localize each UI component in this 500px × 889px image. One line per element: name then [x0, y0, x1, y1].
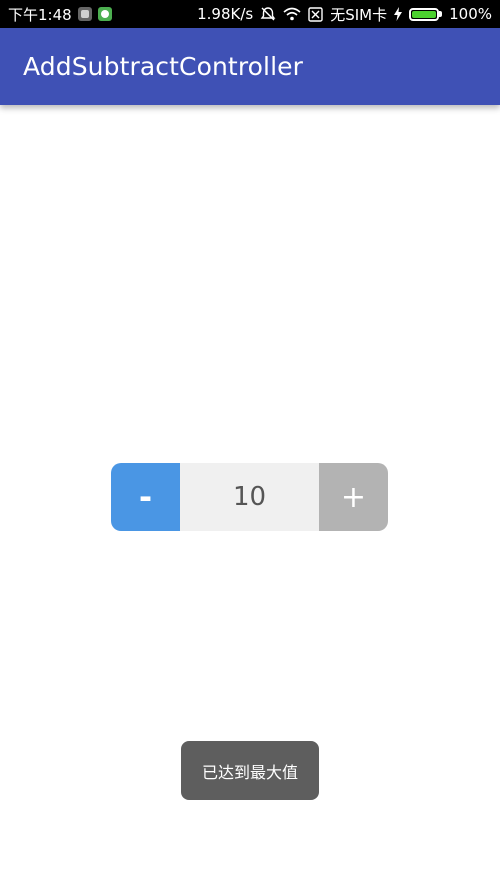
battery-fill: [412, 10, 437, 18]
battery-icon: [409, 7, 443, 21]
alarm-off-icon: [260, 6, 276, 22]
charging-icon: [394, 7, 403, 21]
app-title: AddSubtractController: [23, 52, 304, 81]
no-sim-icon: [308, 6, 323, 22]
battery-tip: [439, 11, 443, 17]
network-speed: 1.98K/s: [197, 5, 254, 23]
battery-percent: 100%: [449, 5, 492, 23]
carrier-label: 无SIM卡: [330, 5, 388, 24]
subtract-button[interactable]: -: [111, 463, 180, 531]
wifi-icon: [283, 7, 301, 21]
battery-body: [409, 7, 440, 21]
status-bar: 下午1:48 1.98K/s 无SIM卡 100%: [0, 0, 500, 28]
status-time: 下午1:48: [8, 5, 72, 24]
status-left: 下午1:48: [8, 0, 112, 28]
toast-message: 已达到最大值: [181, 741, 319, 800]
status-right: 1.98K/s 无SIM卡 100%: [197, 0, 492, 28]
add-button[interactable]: +: [319, 463, 388, 531]
android-notification-icon: [97, 7, 112, 21]
photo-notification-icon: [77, 7, 92, 21]
quantity-value: 10: [180, 463, 319, 531]
app-bar: AddSubtractController: [0, 28, 500, 105]
add-subtract-controller: - 10 +: [111, 463, 388, 531]
